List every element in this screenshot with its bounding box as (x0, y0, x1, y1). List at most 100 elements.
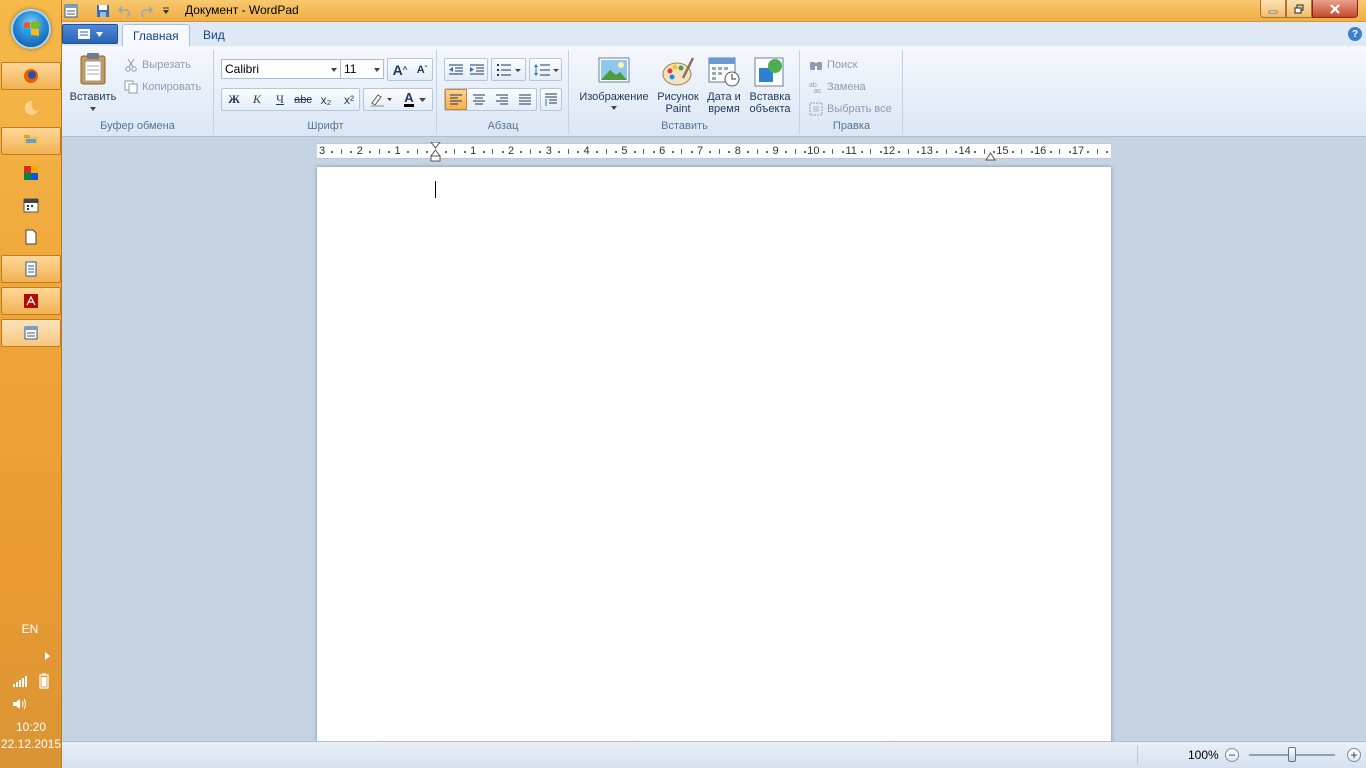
clock-time[interactable]: 10:20 (0, 720, 62, 734)
insert-image-button[interactable]: Изображение (574, 56, 654, 110)
ruler-tick (567, 149, 569, 154)
font-style-group: Ж К Ч abc x₂ x² (221, 88, 360, 111)
undo-button[interactable] (116, 2, 134, 20)
font-size-select[interactable]: 11 (340, 59, 384, 79)
taskbar-calendar-app[interactable] (1, 191, 61, 219)
chevron-down-icon (374, 68, 380, 72)
language-indicator[interactable]: EN (0, 622, 60, 636)
network-signal-icon[interactable] (12, 674, 28, 688)
select-all-label: Выбрать все (827, 103, 892, 115)
align-left-icon (450, 94, 462, 104)
first-line-indent-marker[interactable] (430, 142, 441, 162)
ruler-tick (605, 149, 607, 154)
align-right-button[interactable] (491, 89, 513, 110)
find-button[interactable]: Поиск (809, 58, 857, 72)
ruler-number: 4 (583, 145, 590, 157)
tab-view[interactable]: Вид (193, 24, 235, 46)
chevron-down-icon (163, 7, 169, 14)
decrease-indent-button[interactable] (445, 59, 467, 80)
ruler-number: 2 (356, 145, 363, 157)
insert-datetime-button[interactable]: Дата и время (702, 56, 746, 115)
restore-icon (1294, 3, 1304, 14)
insert-object-button[interactable]: Вставка объекта (746, 56, 794, 115)
cut-button[interactable]: Вырезать (124, 58, 191, 72)
list-group (491, 58, 526, 81)
zoom-level[interactable]: 100% (1188, 748, 1219, 762)
grow-font-button[interactable]: A ^ (389, 59, 411, 80)
taskbar-firefox[interactable] (1, 62, 61, 90)
right-indent-marker[interactable] (985, 152, 996, 161)
taskbar-notepad[interactable] (1, 255, 61, 283)
justify-button[interactable] (514, 89, 536, 110)
zoom-slider-thumb[interactable] (1288, 747, 1296, 762)
status-bar: 100% − + (62, 741, 1366, 768)
italic-button[interactable]: К (246, 89, 268, 110)
ruler-tick (378, 149, 380, 154)
increase-indent-button[interactable] (466, 59, 488, 80)
start-button[interactable] (11, 9, 51, 49)
ruler-number: 6 (659, 145, 666, 157)
font-family-value: Calibri (225, 62, 260, 76)
insert-group-label: Вставить (661, 120, 708, 132)
window-menu-button[interactable] (62, 2, 80, 20)
quick-access-customize-button[interactable] (157, 2, 175, 20)
superscript-button[interactable]: x² (338, 89, 360, 110)
ruler-dot (1068, 151, 1071, 153)
ruler-number: 9 (772, 145, 779, 157)
paste-button[interactable]: Вставить (68, 52, 118, 111)
select-all-button[interactable]: Выбрать все (809, 102, 892, 116)
taskbar-explorer[interactable] (1, 127, 61, 155)
show-hidden-icons-arrow[interactable] (45, 652, 50, 660)
ruler-dot (520, 151, 523, 153)
cut-label: Вырезать (142, 59, 191, 71)
replace-button[interactable]: ab ac Замена (809, 80, 866, 94)
zoom-out-button[interactable]: − (1225, 748, 1239, 762)
taskbar-colors-app[interactable] (1, 159, 61, 187)
shrink-font-button[interactable]: Aˇ (411, 59, 433, 80)
window-title: Документ - WordPad (185, 3, 299, 17)
help-button[interactable]: ? (1348, 27, 1362, 41)
ruler-tick (718, 149, 720, 154)
ruler-tick (454, 149, 456, 154)
battery-icon[interactable] (39, 673, 49, 689)
paint-drawing-button[interactable]: Рисунок Paint (654, 56, 702, 115)
paragraph-settings-button[interactable] (541, 89, 561, 110)
taskbar-moon-app[interactable] (1, 94, 61, 122)
bullet-list-button[interactable] (492, 59, 525, 80)
volume-icon[interactable] (12, 697, 28, 711)
redo-button[interactable] (137, 2, 155, 20)
align-left-button[interactable] (445, 89, 467, 110)
align-center-button[interactable] (468, 89, 490, 110)
ruler-dot (388, 151, 391, 153)
highlight-color-button[interactable] (365, 89, 397, 110)
title-bar[interactable]: Документ - WordPad (62, 0, 1366, 22)
taskbar-wordpad[interactable] (1, 319, 61, 347)
underline-button[interactable]: Ч (269, 89, 291, 110)
tab-home[interactable]: Главная (122, 24, 190, 46)
line-spacing-button[interactable] (530, 59, 561, 80)
app-menu-button[interactable] (62, 24, 118, 44)
zoom-in-button[interactable]: + (1347, 748, 1361, 762)
save-button[interactable] (94, 2, 112, 20)
align-center-icon (473, 94, 485, 104)
restore-button[interactable] (1286, 0, 1312, 18)
taskbar-acrobat[interactable] (1, 287, 61, 315)
font-color-button[interactable]: A (399, 89, 431, 110)
close-button[interactable] (1312, 0, 1358, 18)
ruler-number: 1 (394, 145, 401, 157)
justify-icon (519, 94, 531, 104)
image-icon (598, 57, 630, 83)
paint-label-line2: Paint (665, 103, 691, 115)
clock-date[interactable]: 22.12.2015 (0, 737, 62, 751)
bold-button[interactable]: Ж (223, 89, 245, 110)
ruler[interactable]: 3 2 1 1 2 3 4 5 6 7 8 9 10 11 12 13 14 15 16 17 (317, 142, 1111, 162)
minimize-button[interactable] (1260, 0, 1286, 18)
chevron-down-icon (331, 68, 337, 72)
font-family-select[interactable]: Calibri (221, 59, 341, 79)
ruler-dot (350, 151, 353, 153)
subscript-button[interactable]: x₂ (315, 89, 337, 110)
strikethrough-button[interactable]: abc (292, 89, 314, 110)
document-page[interactable] (317, 167, 1111, 742)
taskbar-blank-doc[interactable] (1, 223, 61, 251)
copy-button[interactable]: Копировать (124, 80, 201, 94)
